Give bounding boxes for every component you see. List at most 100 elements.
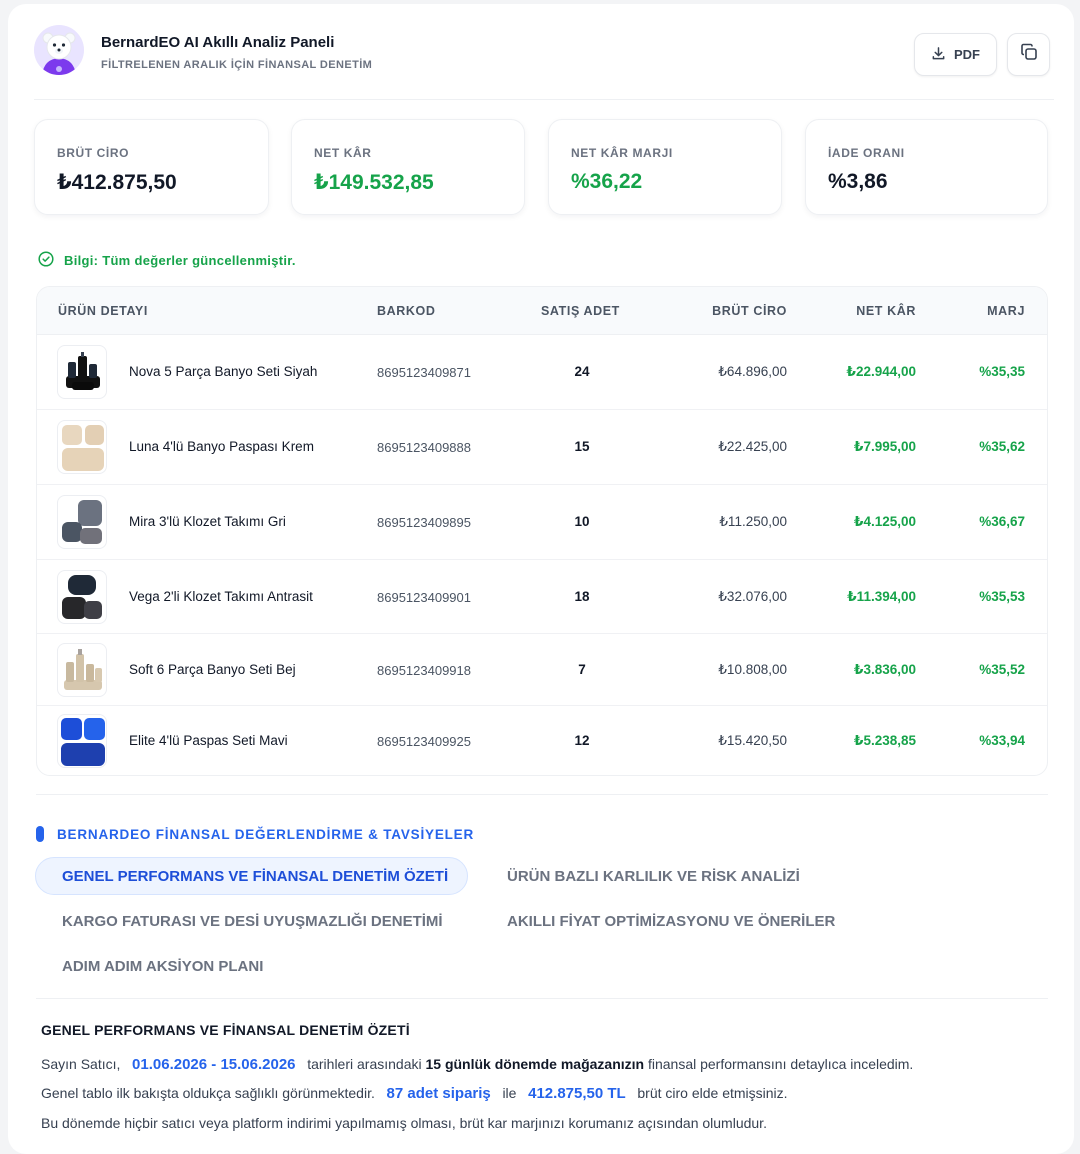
- revenue-amount: 412.875,50 TL: [528, 1085, 626, 1102]
- product-margin: %36,67: [979, 514, 1025, 529]
- stat-value: %36,22: [571, 170, 643, 193]
- order-count: 87 adet sipariş: [386, 1085, 491, 1102]
- product-thumbnail: [57, 345, 107, 399]
- product-qty: 7: [578, 662, 586, 677]
- header-profit: NET KÂR: [856, 304, 916, 318]
- product-barcode: 8695123409925: [377, 734, 471, 749]
- period-highlight: 15 günlük dönemde mağazanızın: [425, 1056, 645, 1072]
- table-header: ÜRÜN DETAYI BARKOD SATIŞ ADET BRÜT CİRO …: [37, 287, 1047, 335]
- stat-value: ₺149.532,85: [314, 171, 434, 194]
- product-profit: ₺4.125,00: [854, 514, 916, 529]
- summary-paragraph-3: Bu dönemde hiçbir satıcı veya platform i…: [41, 1115, 767, 1131]
- check-circle-icon: [38, 251, 54, 270]
- date-range: 01.06.2026 - 15.06.2026: [132, 1056, 296, 1073]
- stat-label: NET KÂR: [314, 146, 372, 160]
- product-revenue: ₺10.808,00: [718, 662, 787, 677]
- text: brüt ciro elde etmişsiniz.: [637, 1085, 788, 1101]
- table-row[interactable]: Vega 2'li Klozet Takımı Antrasit 8695123…: [37, 560, 1047, 634]
- table-row[interactable]: Nova 5 Parça Banyo Seti Siyah 8695123409…: [37, 335, 1047, 410]
- product-qty: 15: [574, 439, 590, 454]
- product-name: Vega 2'li Klozet Takımı Antrasit: [129, 589, 313, 604]
- product-thumbnail: [57, 495, 107, 549]
- product-barcode: 8695123409888: [377, 440, 471, 455]
- product-qty: 10: [574, 514, 590, 529]
- copy-icon: [1019, 42, 1039, 67]
- product-barcode: 8695123409895: [377, 515, 471, 530]
- product-barcode: 8695123409918: [377, 663, 471, 678]
- section-title: BERNARDEO FİNANSAL DEĞERLENDİRME & TAVSİ…: [57, 826, 475, 842]
- product-barcode: 8695123409901: [377, 590, 471, 605]
- table-row[interactable]: Soft 6 Parça Banyo Seti Bej 869512340991…: [37, 634, 1047, 706]
- stat-label: NET KÂR MARJI: [571, 146, 673, 160]
- summary-divider: [36, 998, 1048, 999]
- header-qty: SATIŞ ADET: [541, 304, 620, 318]
- stat-value: %3,86: [828, 170, 888, 193]
- table-row[interactable]: Elite 4'lü Paspas Seti Mavi 869512340992…: [37, 706, 1047, 775]
- product-revenue: ₺22.425,00: [718, 439, 787, 454]
- text: ile: [502, 1085, 517, 1101]
- tab-product-profitability[interactable]: ÜRÜN BAZLI KARLILIK VE RİSK ANALİZİ: [507, 857, 800, 895]
- product-thumbnail: [57, 643, 107, 697]
- product-profit: ₺5.238,85: [854, 733, 916, 748]
- product-margin: %35,62: [979, 439, 1025, 454]
- product-profit: ₺11.394,00: [847, 589, 916, 604]
- tab-price-optimization[interactable]: AKILLI FİYAT OPTİMİZASYONU VE ÖNERİLER: [507, 902, 835, 940]
- stat-label: BRÜT CİRO: [57, 146, 130, 160]
- product-name: Luna 4'lü Banyo Paspası Krem: [129, 439, 314, 454]
- panel-subtitle: FİLTRELENEN ARALIK İÇİN FİNANSAL DENETİM: [101, 59, 373, 71]
- stat-value: ₺412.875,50: [57, 171, 177, 194]
- stat-label: İADE ORANI: [828, 146, 905, 160]
- product-table: ÜRÜN DETAYI BARKOD SATIŞ ADET BRÜT CİRO …: [36, 286, 1048, 776]
- table-row[interactable]: Mira 3'lü Klozet Takımı Gri 869512340989…: [37, 485, 1047, 560]
- panel-title: BernardEO AI Akıllı Analiz Paneli: [101, 34, 335, 51]
- product-name: Nova 5 Parça Banyo Seti Siyah: [129, 364, 318, 379]
- product-name: Elite 4'lü Paspas Seti Mavi: [129, 733, 288, 748]
- product-thumbnail: [57, 714, 107, 768]
- product-margin: %35,35: [979, 364, 1025, 379]
- section-divider: [36, 794, 1048, 795]
- pdf-label: PDF: [954, 47, 980, 62]
- product-name: Mira 3'lü Klozet Takımı Gri: [129, 514, 286, 529]
- product-barcode: 8695123409871: [377, 365, 471, 380]
- dashboard-card: BernardEO AI Akıllı Analiz Paneli FİLTRE…: [8, 4, 1074, 1154]
- product-revenue: ₺11.250,00: [719, 514, 787, 529]
- product-name: Soft 6 Parça Banyo Seti Bej: [129, 662, 296, 677]
- pdf-download-button[interactable]: PDF: [914, 33, 997, 76]
- text: Genel tablo ilk bakışta oldukça sağlıklı…: [41, 1085, 375, 1101]
- product-profit: ₺3.836,00: [854, 662, 916, 677]
- product-revenue: ₺15.420,50: [718, 733, 787, 748]
- stat-card-gross-revenue: BRÜT CİRO ₺412.875,50: [34, 119, 269, 215]
- tab-action-plan[interactable]: ADIM ADIM AKSİYON PLANI: [62, 947, 263, 985]
- summary-paragraph-2: Genel tablo ilk bakışta oldukça sağlıklı…: [41, 1085, 788, 1102]
- stat-card-net-margin: NET KÂR MARJI %36,22: [548, 119, 782, 215]
- header-product: ÜRÜN DETAYI: [58, 304, 148, 318]
- product-qty: 24: [574, 364, 590, 379]
- download-icon: [931, 46, 946, 64]
- product-profit: ₺22.944,00: [846, 364, 916, 379]
- summary-paragraph-1: Sayın Satıcı, 01.06.2026 - 15.06.2026 ta…: [41, 1056, 913, 1073]
- copy-button[interactable]: [1007, 33, 1050, 76]
- section-heading: BERNARDEO FİNANSAL DEĞERLENDİRME & TAVSİ…: [36, 826, 474, 842]
- summary-title: GENEL PERFORMANS VE FİNANSAL DENETİM ÖZE…: [41, 1022, 410, 1038]
- header-margin: MARJ: [987, 304, 1025, 318]
- stat-card-return-rate: İADE ORANI %3,86: [805, 119, 1048, 215]
- accent-bar: [36, 826, 44, 842]
- text: finansal performansını detaylıca inceled…: [647, 1056, 914, 1072]
- product-thumbnail: [57, 570, 107, 624]
- info-text: Bilgi: Tüm değerler güncellenmiştir.: [64, 253, 296, 268]
- product-margin: %35,53: [979, 589, 1025, 604]
- stat-card-net-profit: NET KÂR ₺149.532,85: [291, 119, 525, 215]
- product-revenue: ₺64.896,00: [718, 364, 787, 379]
- tab-shipping-audit[interactable]: KARGO FATURASI VE DESİ UYUŞMAZLIĞI DENET…: [62, 902, 443, 940]
- info-message: Bilgi: Tüm değerler güncellenmiştir.: [38, 251, 296, 270]
- header-barcode: BARKOD: [377, 304, 436, 318]
- product-profit: ₺7.995,00: [854, 439, 916, 454]
- product-margin: %33,94: [979, 733, 1025, 748]
- table-row[interactable]: Luna 4'lü Banyo Paspası Krem 86951234098…: [37, 410, 1047, 485]
- greeting-text: Sayın Satıcı,: [41, 1056, 121, 1072]
- product-margin: %35,52: [979, 662, 1025, 677]
- product-revenue: ₺32.076,00: [718, 589, 787, 604]
- tab-general-performance[interactable]: GENEL PERFORMANS VE FİNANSAL DENETİM ÖZE…: [35, 857, 468, 895]
- header-revenue: BRÜT CİRO: [712, 304, 787, 318]
- panel-header: BernardEO AI Akıllı Analiz Paneli FİLTRE…: [34, 22, 1054, 100]
